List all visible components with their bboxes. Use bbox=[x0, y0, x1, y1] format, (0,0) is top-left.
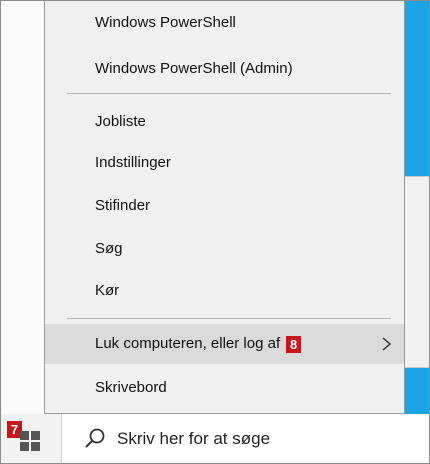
chevron-right-icon bbox=[382, 337, 392, 351]
taskbar: 7 Skriv her for at søge bbox=[0, 414, 430, 464]
menu-item-luk-computeren[interactable]: Luk computeren, eller log af 8 bbox=[45, 324, 404, 364]
menu-item-sog[interactable]: Søg bbox=[45, 228, 404, 268]
taskbar-search-box[interactable]: Skriv her for at søge bbox=[61, 414, 430, 464]
menu-item-label: Luk computeren, eller log af 8 bbox=[95, 335, 302, 353]
menu-item-label: Skrivebord bbox=[95, 378, 167, 396]
menu-item-label: Windows PowerShell (Admin) bbox=[95, 59, 293, 77]
menu-item-label: Jobliste bbox=[95, 112, 146, 130]
menu-item-text: Luk computeren, eller log af bbox=[95, 335, 281, 353]
menu-separator bbox=[67, 93, 391, 94]
menu-item-label: Indstillinger bbox=[95, 153, 171, 171]
search-icon bbox=[85, 428, 105, 448]
menu-item-skrivebord[interactable]: Skrivebord bbox=[45, 367, 404, 407]
menu-item-label: Kør bbox=[95, 281, 120, 299]
menu-item-windows-powershell[interactable]: Windows PowerShell bbox=[45, 2, 404, 42]
menu-item-jobliste[interactable]: Jobliste bbox=[45, 101, 404, 141]
menu-separator bbox=[67, 318, 391, 319]
start-button[interactable]: 7 bbox=[0, 414, 58, 464]
menu-item-label: Søg bbox=[95, 239, 123, 257]
menu-item-label: Windows PowerShell bbox=[95, 13, 236, 31]
callout-badge-8: 8 bbox=[286, 335, 302, 353]
menu-item-windows-powershell-admin[interactable]: Windows PowerShell (Admin) bbox=[45, 48, 404, 88]
windows-logo-icon bbox=[20, 431, 40, 451]
winx-context-menu: Windows PowerShell Windows PowerShell (A… bbox=[44, 0, 405, 414]
desktop-left-area bbox=[0, 0, 44, 414]
menu-item-kor[interactable]: Kør bbox=[45, 270, 404, 310]
menu-item-label: Stifinder bbox=[95, 196, 151, 214]
search-placeholder: Skriv her for at søge bbox=[117, 429, 271, 448]
menu-item-stifinder[interactable]: Stifinder bbox=[45, 185, 404, 225]
menu-item-indstillinger[interactable]: Indstillinger bbox=[45, 142, 404, 182]
